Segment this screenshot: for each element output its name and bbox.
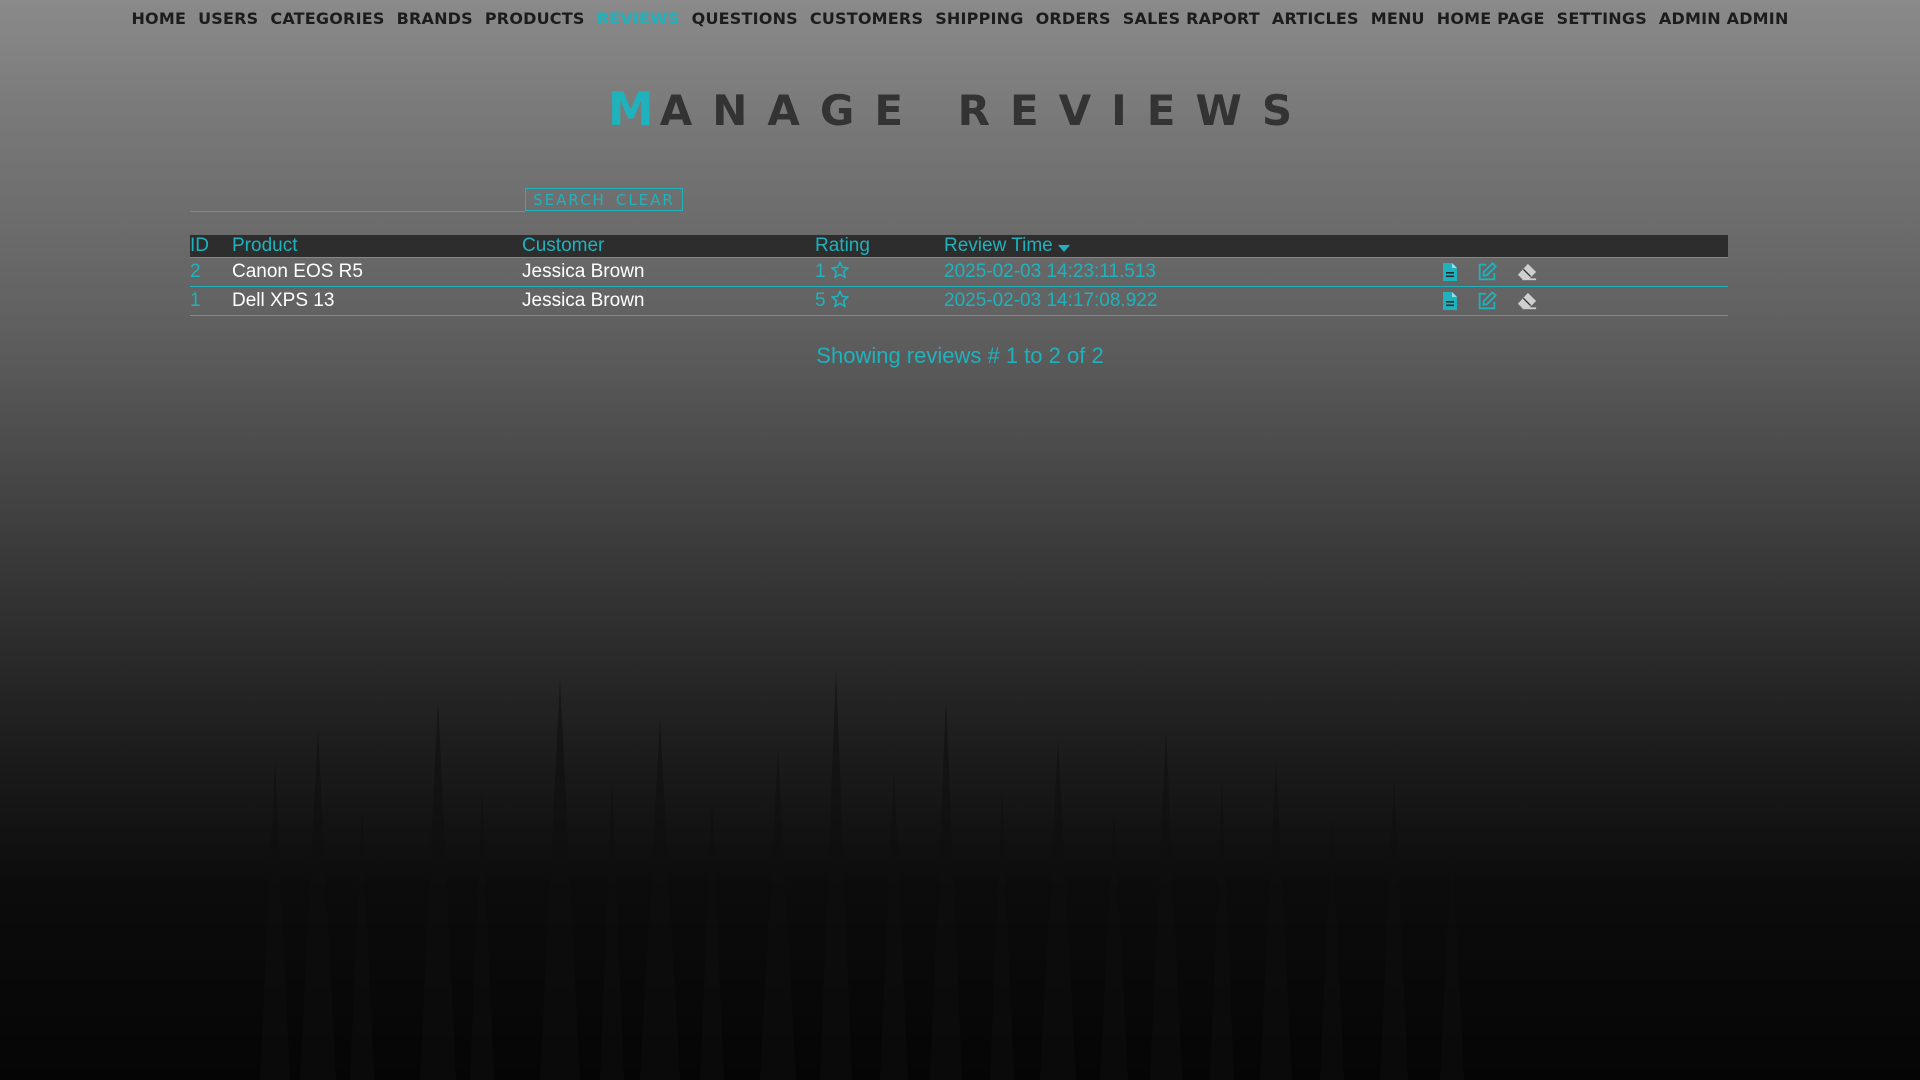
- nav-item-shipping[interactable]: SHIPPING: [935, 9, 1023, 28]
- cell-rating: 1: [815, 258, 850, 286]
- star-icon: [830, 261, 849, 279]
- main-nav: HOME USERS CATEGORIES BRANDS PRODUCTS RE…: [0, 9, 1920, 28]
- nav-item-products[interactable]: PRODUCTS: [485, 9, 585, 28]
- header-id[interactable]: ID: [190, 235, 209, 257]
- edit-icon[interactable]: [1476, 290, 1498, 312]
- cell-review-time: 2025-02-03 14:17:08.922: [944, 290, 1158, 311]
- nav-item-questions[interactable]: QUESTIONS: [692, 9, 798, 28]
- table-header: ID Product Customer Rating Review Time: [190, 235, 1728, 258]
- search-form: SEARCH CLEAR: [190, 187, 685, 213]
- header-customer[interactable]: Customer: [522, 235, 604, 257]
- nav-item-categories[interactable]: CATEGORIES: [270, 9, 384, 28]
- cell-id: 1: [190, 290, 201, 311]
- search-button[interactable]: SEARCH: [533, 191, 606, 209]
- nav-item-orders[interactable]: ORDERS: [1036, 9, 1111, 28]
- row-actions: [1442, 290, 1538, 312]
- pagination-status: Showing reviews # 1 to 2 of 2: [816, 343, 1104, 368]
- header-review-time-label: Review Time: [944, 235, 1053, 256]
- clear-button[interactable]: CLEAR: [616, 191, 675, 209]
- rating-value: 5: [815, 290, 826, 311]
- eraser-icon[interactable]: [1516, 291, 1538, 311]
- reviews-table: ID Product Customer Rating Review Time 2…: [190, 235, 1728, 316]
- header-rating[interactable]: Rating: [815, 235, 870, 257]
- eraser-icon[interactable]: [1516, 262, 1538, 282]
- cell-product: Dell XPS 13: [232, 290, 335, 311]
- nav-item-home-page[interactable]: HOME PAGE: [1437, 9, 1545, 28]
- cell-rating: 5: [815, 287, 850, 315]
- cell-review-time: 2025-02-03 14:23:11.513: [944, 261, 1156, 282]
- page-title-initial: M: [607, 82, 660, 136]
- page-title-rest: ANAGE REVIEWS: [659, 86, 1313, 135]
- nav-item-home[interactable]: HOME: [131, 9, 186, 28]
- row-actions: [1442, 261, 1538, 283]
- nav-item-settings[interactable]: SETTINGS: [1557, 9, 1647, 28]
- rating-value: 1: [815, 261, 826, 282]
- nav-item-brands[interactable]: BRANDS: [397, 9, 473, 28]
- nav-item-users[interactable]: USERS: [198, 9, 258, 28]
- search-input[interactable]: [190, 187, 525, 212]
- header-review-time[interactable]: Review Time: [944, 235, 1070, 257]
- cell-customer: Jessica Brown: [522, 290, 645, 311]
- cell-customer: Jessica Brown: [522, 261, 645, 282]
- nav-item-articles[interactable]: ARTICLES: [1272, 9, 1359, 28]
- table-row: 2 Canon EOS R5 Jessica Brown 1 2025-02-0…: [190, 258, 1728, 287]
- cell-product: Canon EOS R5: [232, 261, 363, 282]
- cell-id: 2: [190, 261, 201, 282]
- header-product[interactable]: Product: [232, 235, 297, 257]
- sort-desc-icon: [1057, 245, 1070, 252]
- edit-icon[interactable]: [1476, 261, 1498, 283]
- nav-item-customers[interactable]: CUSTOMERS: [810, 9, 923, 28]
- star-icon: [830, 290, 849, 308]
- details-icon[interactable]: [1442, 291, 1458, 311]
- search-buttons: SEARCH CLEAR: [525, 188, 683, 211]
- page-title: MANAGE REVIEWS: [0, 82, 1920, 136]
- nav-item-menu[interactable]: MENU: [1371, 9, 1425, 28]
- table-row: 1 Dell XPS 13 Jessica Brown 5 2025-02-03…: [190, 287, 1728, 316]
- nav-item-reviews[interactable]: REVIEWS: [597, 9, 680, 28]
- nav-item-admin-account[interactable]: ADMIN ADMIN: [1659, 9, 1789, 28]
- forest-background: [260, 670, 1464, 1080]
- nav-item-sales-raport[interactable]: SALES RAPORT: [1123, 9, 1260, 28]
- details-icon[interactable]: [1442, 262, 1458, 282]
